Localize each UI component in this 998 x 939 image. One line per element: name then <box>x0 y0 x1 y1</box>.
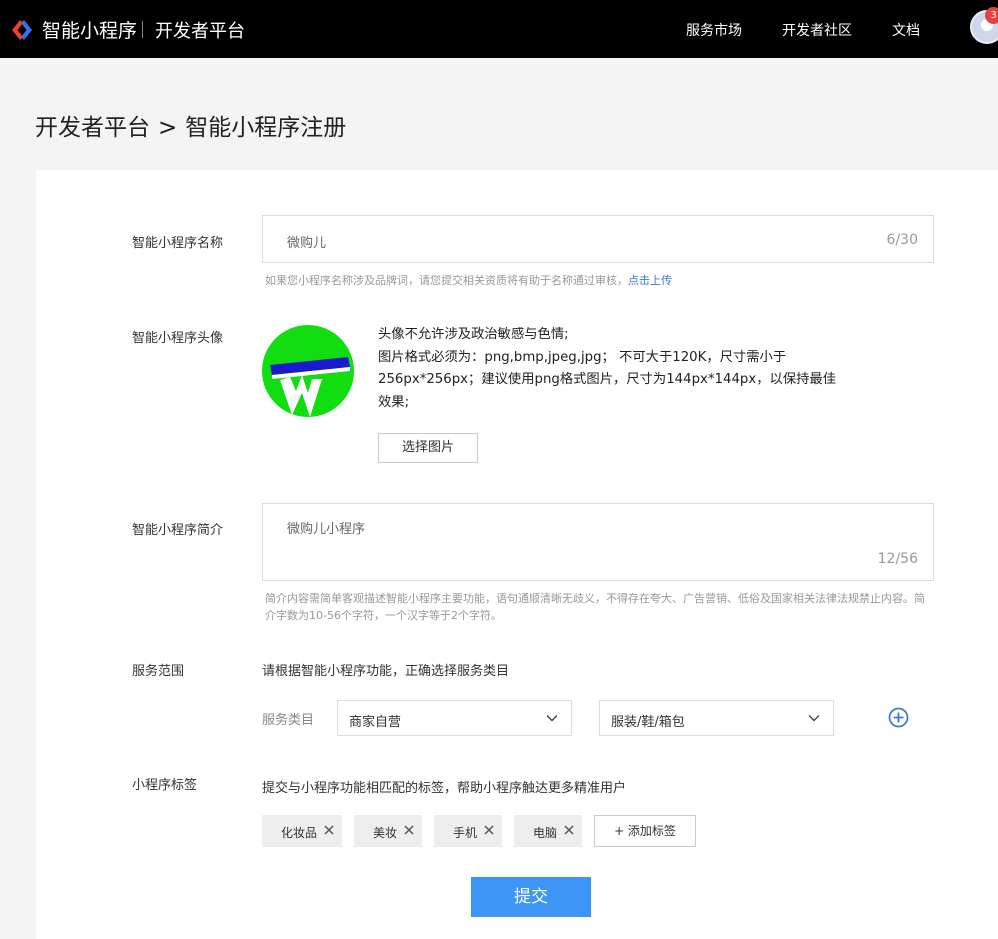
tag-item: 电脑 <box>514 815 582 847</box>
intro-textarea-value: 微购儿小程序 <box>287 522 366 537</box>
close-icon[interactable] <box>484 825 494 835</box>
choose-image-button[interactable]: 选择图片 <box>378 433 478 463</box>
notification-badge[interactable]: 3 <box>985 7 998 24</box>
name-hint: 如果您小程序名称涉及品牌词，请您提交相关资质将有助于名称通过审核，点击上传 <box>265 272 935 289</box>
add-tag-button[interactable]: + 添加标签 <box>594 815 696 847</box>
avatar-requirements-text: 头像不允许涉及政治敏感与色情; 图片格式必须为：png,bmp,jpeg,jpg… <box>378 327 837 411</box>
category-select-1-value: 商家自营 <box>349 715 402 730</box>
name-input[interactable]: 微购儿 6/30 <box>262 215 934 263</box>
tags-label: 小程序标签 <box>132 778 198 793</box>
submit-button[interactable]: 提交 <box>471 877 591 917</box>
nav-service-market[interactable]: 服务市场 <box>686 20 742 40</box>
intro-hint: 简介内容需简单客观描述智能小程序主要功能，语句通顺清晰无歧义，不得存在夸大、广告… <box>265 592 925 622</box>
service-scope-label: 服务范围 <box>132 664 185 679</box>
intro-char-counter: 12/56 <box>877 551 918 567</box>
miniprogram-avatar-image <box>262 325 354 417</box>
category-select-2-value: 服装/鞋/箱包 <box>611 715 685 730</box>
nav-docs[interactable]: 文档 <box>892 20 920 40</box>
category-select-2[interactable]: 服装/鞋/箱包 <box>599 700 834 736</box>
tag-item: 美妆 <box>354 815 422 847</box>
intro-textarea[interactable]: 微购儿小程序 12/56 <box>262 503 934 581</box>
intro-label: 智能小程序简介 <box>132 523 224 538</box>
tag-label: 电脑 <box>533 826 558 840</box>
name-input-value: 微购儿 <box>287 236 327 251</box>
name-hint-text: 如果您小程序名称涉及品牌词，请您提交相关资质将有助于名称通过审核， <box>265 274 628 287</box>
nav-developer-community[interactable]: 开发者社区 <box>782 20 852 40</box>
breadcrumb-separator: > <box>158 115 178 141</box>
tag-label: 手机 <box>453 826 478 840</box>
tag-label: 美妆 <box>373 826 398 840</box>
breadcrumb-current: 智能小程序注册 <box>185 115 347 141</box>
service-category-label: 服务类目 <box>262 713 315 728</box>
service-scope-desc: 请根据智能小程序功能，正确选择服务类目 <box>262 664 510 679</box>
category-select-1[interactable]: 商家自营 <box>337 700 572 736</box>
avatar-label: 智能小程序头像 <box>132 331 224 346</box>
close-icon[interactable] <box>324 825 334 835</box>
avatar-requirements: 头像不允许涉及政治敏感与色情; 图片格式必须为：png,bmp,jpeg,jpg… <box>378 324 838 415</box>
brand-divider <box>142 21 143 38</box>
smart-miniprogram-logo-icon[interactable] <box>10 18 34 42</box>
chevron-down-icon <box>808 715 820 722</box>
tag-item: 化妆品 <box>262 815 342 847</box>
tag-label: 化妆品 <box>281 826 318 840</box>
close-icon[interactable] <box>404 825 414 835</box>
close-icon[interactable] <box>564 825 574 835</box>
top-bar: 智能小程序 开发者平台 服务市场 开发者社区 文档 3 <box>0 0 998 58</box>
breadcrumb-parent[interactable]: 开发者平台 <box>35 115 150 141</box>
brand-name[interactable]: 智能小程序 <box>42 16 137 43</box>
name-label: 智能小程序名称 <box>132 236 224 251</box>
tags-desc: 提交与小程序功能相匹配的标签，帮助小程序触达更多精准用户 <box>262 781 627 796</box>
platform-title[interactable]: 开发者平台 <box>155 17 245 43</box>
upload-qualification-link[interactable]: 点击上传 <box>628 274 672 287</box>
chevron-down-icon <box>546 715 558 722</box>
add-category-plus-icon[interactable] <box>888 707 909 728</box>
tag-item: 手机 <box>434 815 502 847</box>
name-char-counter: 6/30 <box>886 232 918 248</box>
breadcrumb: 开发者平台 > 智能小程序注册 <box>35 108 346 142</box>
